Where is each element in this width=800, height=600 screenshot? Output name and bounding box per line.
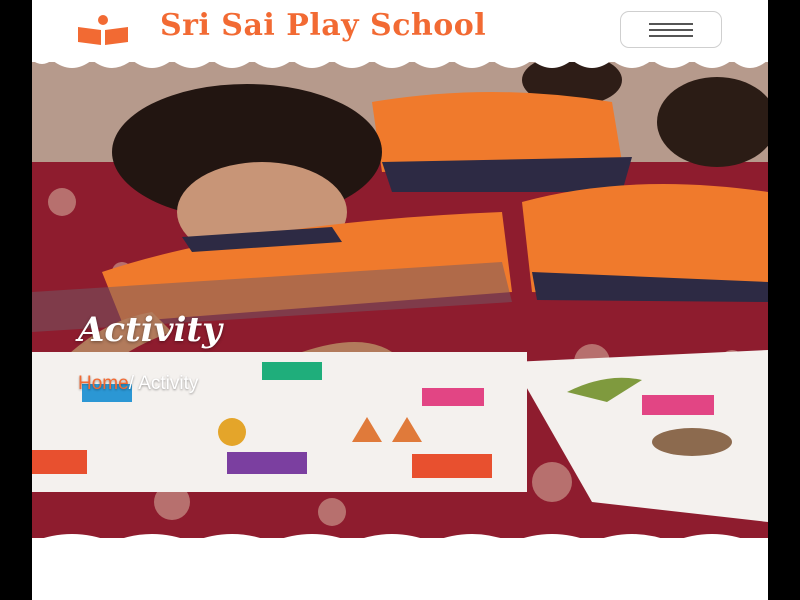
- book-reader-icon[interactable]: [76, 15, 130, 45]
- hero-photo: [32, 62, 768, 538]
- site-header: Sri Sai Play School: [32, 0, 768, 62]
- page: Sri Sai Play School Activity Home/ Activ…: [32, 0, 768, 600]
- page-title: Activity: [78, 310, 222, 350]
- breadcrumb-separator: /: [128, 373, 139, 394]
- breadcrumb: Home/ Activity: [78, 373, 198, 395]
- breadcrumb-current: Activity: [138, 373, 199, 394]
- site-title[interactable]: Sri Sai Play School: [160, 8, 486, 43]
- breadcrumb-home-link[interactable]: Home: [78, 373, 129, 394]
- hero-banner: Activity Home/ Activity: [32, 62, 768, 538]
- bottom-wave-divider: [32, 534, 768, 554]
- menu-toggle-button[interactable]: [620, 11, 722, 48]
- hamburger-icon: [649, 23, 693, 25]
